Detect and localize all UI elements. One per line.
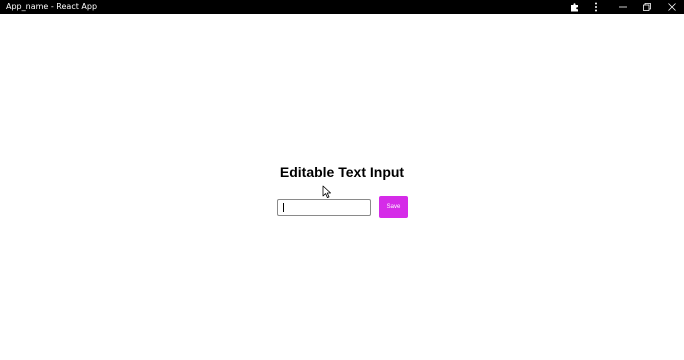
- kebab-menu-icon[interactable]: [590, 0, 602, 14]
- text-input[interactable]: [277, 199, 371, 216]
- save-button[interactable]: Save: [379, 196, 408, 218]
- restore-icon[interactable]: [639, 0, 655, 14]
- close-icon[interactable]: [664, 0, 680, 14]
- puzzle-icon[interactable]: [568, 0, 582, 14]
- mouse-pointer-icon: [322, 185, 331, 198]
- app-content: Editable Text Input Save: [0, 14, 684, 360]
- page-title: Editable Text Input: [279, 164, 405, 180]
- window-title: App_name - React App: [6, 2, 98, 11]
- text-caret: [283, 203, 284, 212]
- minimize-icon[interactable]: [615, 0, 631, 14]
- window-titlebar: App_name - React App: [0, 0, 684, 14]
